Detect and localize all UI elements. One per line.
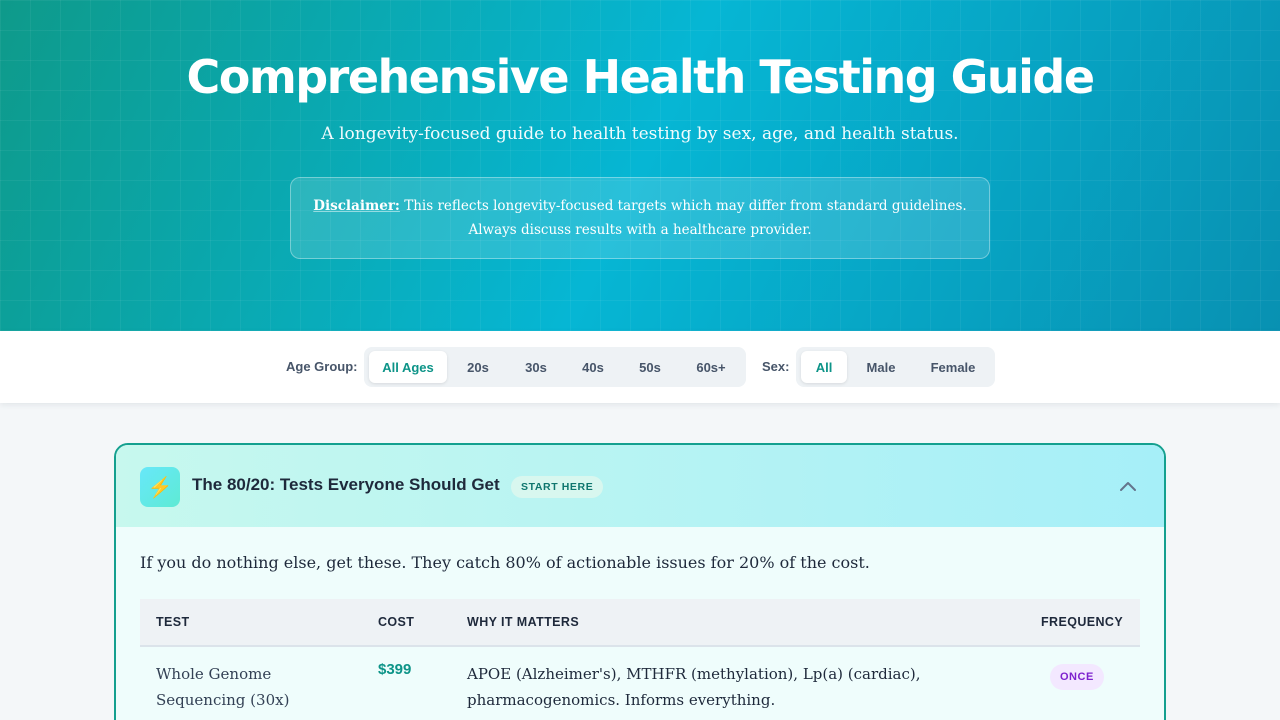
test-name: Whole Genome Sequencing (30x) (156, 665, 290, 709)
test-cost: $399 (378, 661, 412, 678)
tests-everyone-card: ⚡ The 80/20: Tests Everyone Should Get S… (114, 443, 1166, 720)
card-header[interactable]: ⚡ The 80/20: Tests Everyone Should Get S… (116, 445, 1164, 527)
column-why: WHY IT MATTERS (467, 615, 580, 629)
page-title: Comprehensive Health Testing Guide (186, 50, 1095, 104)
disclaimer-line-2: Always discuss results with a healthcare… (468, 222, 812, 238)
disclaimer-label: Disclaimer: (313, 198, 400, 214)
disclaimer-text-1: This reflects longevity-focused targets … (404, 198, 967, 214)
column-frequency: FREQUENCY (1041, 615, 1124, 629)
test-why: APOE (Alzheimer's), MTHFR (methylation),… (467, 665, 921, 709)
age-group-selector: All Ages 20s 30s 40s 50s 60s+ (364, 347, 746, 387)
page-subtitle: A longevity-focused guide to health test… (321, 124, 959, 144)
age-option-20s[interactable]: 20s (456, 351, 500, 383)
card-title: The 80/20: Tests Everyone Should Get (192, 475, 500, 494)
age-option-50s[interactable]: 50s (628, 351, 672, 383)
chevron-up-icon[interactable] (1116, 475, 1140, 499)
sex-label: Sex: (762, 359, 790, 374)
sex-option-female[interactable]: Female (921, 351, 985, 383)
filter-bar: Age Group: All Ages 20s 30s 40s 50s 60s+… (0, 331, 1280, 403)
card-intro: If you do nothing else, get these. They … (140, 553, 870, 572)
start-here-badge: START HERE (511, 476, 604, 498)
sex-option-male[interactable]: Male (857, 351, 905, 383)
table-row: Whole Genome Sequencing (30x) $399 APOE … (140, 649, 1140, 720)
lightning-bolt-icon: ⚡ (140, 467, 180, 507)
table-header: TEST COST WHY IT MATTERS FREQUENCY (140, 599, 1140, 647)
sex-option-all[interactable]: All (801, 351, 847, 383)
column-test: TEST (156, 615, 190, 629)
age-option-60s-plus[interactable]: 60s+ (686, 351, 736, 383)
column-cost: COST (378, 615, 415, 629)
frequency-badge: ONCE (1050, 664, 1104, 690)
age-group-label: Age Group: (286, 359, 358, 374)
disclaimer-box: Disclaimer: This reflects longevity-focu… (290, 177, 990, 259)
hero-banner: Comprehensive Health Testing Guide A lon… (0, 0, 1280, 331)
age-option-all[interactable]: All Ages (369, 351, 447, 383)
age-option-40s[interactable]: 40s (571, 351, 615, 383)
disclaimer-line-1: Disclaimer: This reflects longevity-focu… (291, 194, 989, 218)
age-option-30s[interactable]: 30s (514, 351, 558, 383)
sex-selector: All Male Female (796, 347, 995, 387)
